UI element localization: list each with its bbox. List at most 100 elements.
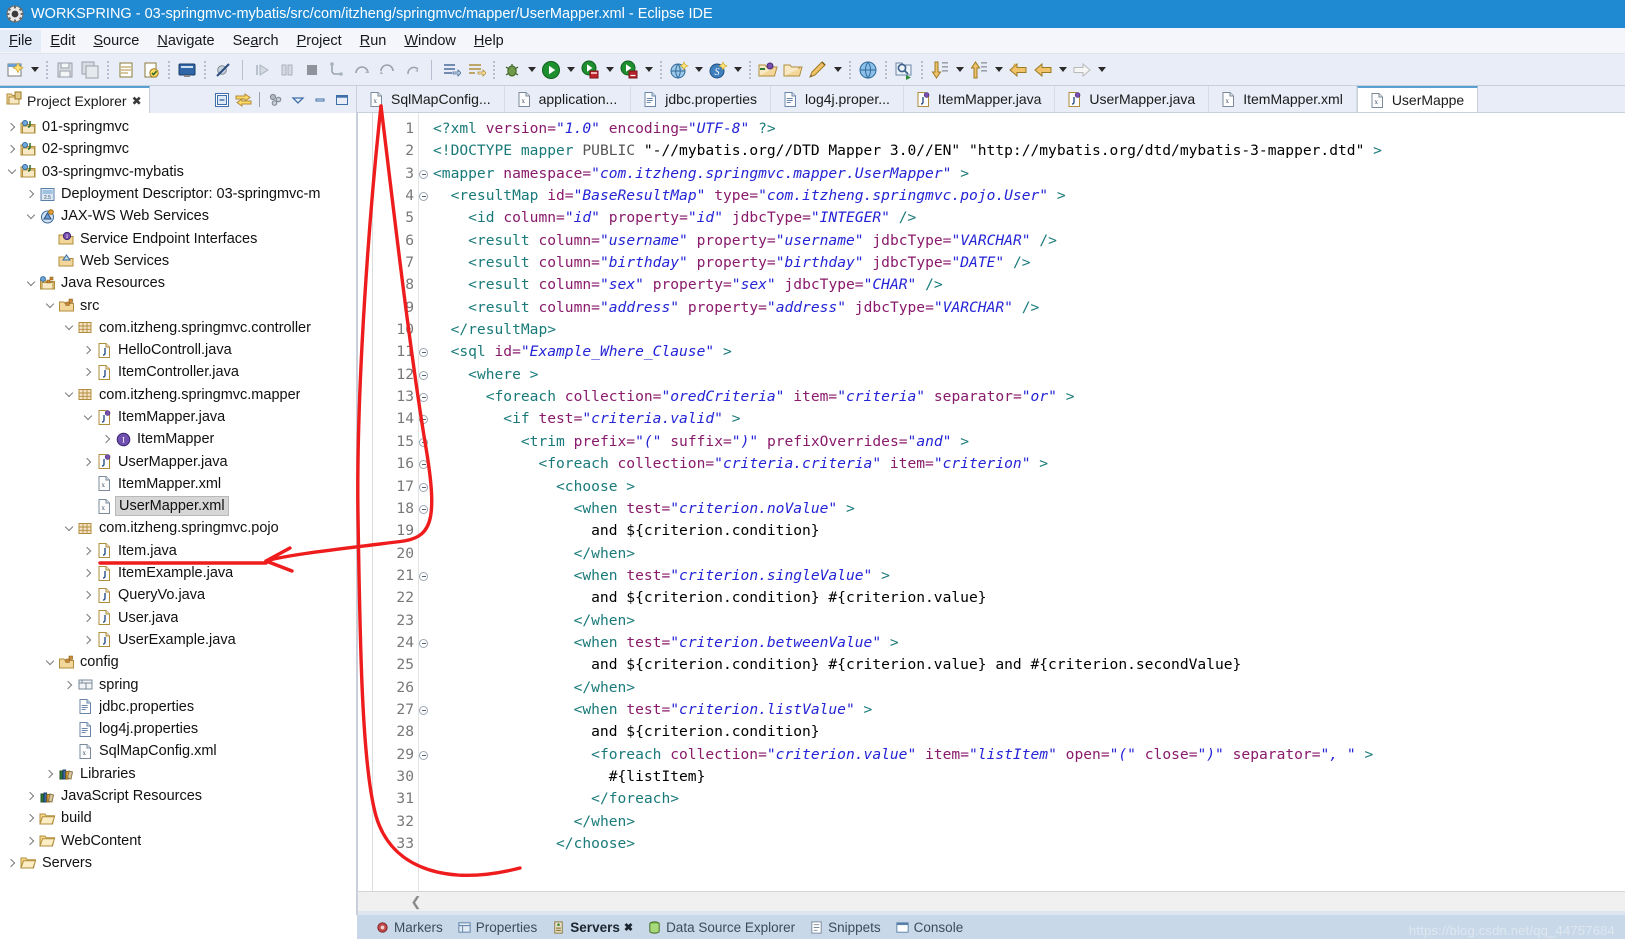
- close-icon[interactable]: ✖: [624, 921, 633, 934]
- open-console-icon[interactable]: [175, 58, 199, 82]
- open-type-icon[interactable]: [756, 58, 780, 82]
- chevron-right-icon[interactable]: [80, 607, 95, 629]
- link-with-editor-icon[interactable]: [234, 90, 253, 109]
- menu-item-project[interactable]: Project: [288, 30, 351, 52]
- tree-item[interactable]: src: [0, 294, 356, 316]
- back-history-icon[interactable]: [1006, 58, 1030, 82]
- run-icon[interactable]: [539, 58, 563, 82]
- forward-nav-icon[interactable]: [1070, 58, 1094, 82]
- chevron-down-icon[interactable]: [42, 651, 57, 673]
- tree-item[interactable]: ItemController.java: [0, 361, 356, 383]
- open-resource-icon[interactable]: [781, 58, 805, 82]
- new-spring-bean-icon[interactable]: S: [706, 58, 730, 82]
- run-external-tools-icon[interactable]: [578, 58, 602, 82]
- chevron-down-icon[interactable]: [61, 384, 76, 406]
- close-icon[interactable]: ✖: [132, 94, 142, 108]
- tree-item[interactable]: Servers: [0, 852, 356, 874]
- step-return-icon[interactable]: [375, 58, 399, 82]
- bottom-tab-markers[interactable]: Markers: [375, 920, 443, 935]
- tree-item[interactable]: 2.5 Deployment Descriptor: 03-springmvc-m: [0, 183, 356, 205]
- tree-item[interactable]: JAX-WS Web Services: [0, 205, 356, 227]
- previous-annotation-icon[interactable]: [967, 58, 991, 82]
- chevron-right-icon[interactable]: [80, 629, 95, 651]
- open-web-browser-icon[interactable]: [856, 58, 880, 82]
- next-annotation-icon[interactable]: [928, 58, 952, 82]
- maximize-icon[interactable]: [332, 90, 351, 109]
- chevron-down-icon[interactable]: [42, 295, 57, 317]
- collapse-all-icon[interactable]: [212, 90, 231, 109]
- new-wizard-dropdown-icon[interactable]: [28, 59, 41, 81]
- tree-item[interactable]: QueryVo.java: [0, 584, 356, 606]
- chevron-right-icon[interactable]: [80, 451, 95, 473]
- project-tree[interactable]: 01-springmvc 02-springmvc 03-springmvc-myb…: [0, 113, 356, 939]
- run-external-dropdown-icon[interactable]: [603, 59, 616, 81]
- resume-icon[interactable]: [250, 58, 274, 82]
- editor-tab[interactable]: x ItemMapper.xml: [1209, 86, 1357, 112]
- search-icon[interactable]: [892, 58, 916, 82]
- tree-item[interactable]: JavaScript Resources: [0, 785, 356, 807]
- new-annotation-icon[interactable]: [464, 58, 488, 82]
- chevron-right-icon[interactable]: [23, 785, 38, 807]
- tree-item[interactable]: com.itzheng.springmvc.controller: [0, 317, 356, 339]
- chevron-right-icon[interactable]: [42, 763, 57, 785]
- tree-item[interactable]: HelloControll.java: [0, 339, 356, 361]
- bottom-tab-properties[interactable]: Properties: [457, 920, 537, 935]
- save-icon[interactable]: [53, 58, 77, 82]
- code-text[interactable]: <?xml version="1.0" encoding="UTF-8" ?> <…: [419, 113, 1625, 891]
- tree-item[interactable]: jdbc.properties: [0, 696, 356, 718]
- menu-item-help[interactable]: Help: [465, 30, 513, 52]
- tree-item[interactable]: I Service Endpoint Interfaces: [0, 227, 356, 249]
- menu-item-source[interactable]: Source: [84, 30, 148, 52]
- chevron-right-icon[interactable]: [23, 830, 38, 852]
- chevron-right-icon[interactable]: [23, 807, 38, 829]
- editor-tab[interactable]: log4j.proper...: [771, 86, 904, 112]
- profile-icon[interactable]: [617, 58, 641, 82]
- chevron-right-icon[interactable]: [80, 361, 95, 383]
- chevron-down-icon[interactable]: [61, 317, 76, 339]
- bottom-tab-snippets[interactable]: Snippets: [809, 920, 881, 935]
- editor-tab[interactable]: jdbc.properties: [631, 86, 772, 112]
- chevron-right-icon[interactable]: [61, 674, 76, 696]
- bottom-tab-servers[interactable]: Servers ✖: [551, 920, 633, 935]
- tree-item[interactable]: User.java: [0, 607, 356, 629]
- chevron-right-icon[interactable]: [80, 584, 95, 606]
- chevron-right-icon[interactable]: [4, 852, 19, 874]
- next-annotation-dropdown-icon[interactable]: [953, 59, 966, 81]
- tree-item[interactable]: build: [0, 807, 356, 829]
- chevron-down-icon[interactable]: [23, 272, 38, 294]
- view-filters-icon[interactable]: [266, 90, 285, 109]
- chevron-right-icon[interactable]: [80, 339, 95, 361]
- history-dropdown-icon[interactable]: [1056, 59, 1069, 81]
- tree-item[interactable]: com.itzheng.springmvc.pojo: [0, 517, 356, 539]
- chevron-right-icon[interactable]: [23, 183, 38, 205]
- skip-breakpoints-icon[interactable]: [211, 58, 235, 82]
- tree-item[interactable]: 01-springmvc: [0, 116, 356, 138]
- chevron-down-icon[interactable]: [61, 517, 76, 539]
- suspend-icon[interactable]: [275, 58, 299, 82]
- step-into-icon[interactable]: [325, 58, 349, 82]
- chevron-right-icon[interactable]: [80, 540, 95, 562]
- debug-dropdown-icon[interactable]: [525, 59, 538, 81]
- bottom-tab-console[interactable]: Console: [895, 920, 963, 935]
- horizontal-scrollbar[interactable]: ❮: [357, 891, 1625, 911]
- run-dropdown-icon[interactable]: [564, 59, 577, 81]
- tree-item[interactable]: 02-springmvc: [0, 138, 356, 160]
- source-editor[interactable]: 1 2 3 4 5 6 7 8 9 10 11 12 13 14 15 16 17 18 19 20 21 22 23 24 2…: [357, 113, 1625, 891]
- validate-icon[interactable]: [139, 58, 163, 82]
- new-wizard-icon[interactable]: [3, 58, 27, 82]
- tree-item[interactable]: x UserMapper.xml: [0, 495, 356, 517]
- minimize-icon[interactable]: [310, 90, 329, 109]
- tree-item[interactable]: com.itzheng.springmvc.mapper: [0, 384, 356, 406]
- tree-item[interactable]: Java Resources: [0, 272, 356, 294]
- editor-tab[interactable]: x application...: [505, 86, 632, 112]
- editor-tab[interactable]: UserMapper.java: [1055, 86, 1210, 112]
- tree-item[interactable]: spring: [0, 673, 356, 695]
- chevron-right-icon[interactable]: [4, 116, 19, 138]
- print-icon[interactable]: [114, 58, 138, 82]
- chevron-down-icon[interactable]: [80, 406, 95, 428]
- tree-item[interactable]: ItemExample.java: [0, 562, 356, 584]
- menu-item-file[interactable]: File: [0, 29, 42, 52]
- tree-item[interactable]: Libraries: [0, 763, 356, 785]
- previous-annotation-dropdown-icon[interactable]: [992, 59, 1005, 81]
- save-all-icon[interactable]: [78, 58, 102, 82]
